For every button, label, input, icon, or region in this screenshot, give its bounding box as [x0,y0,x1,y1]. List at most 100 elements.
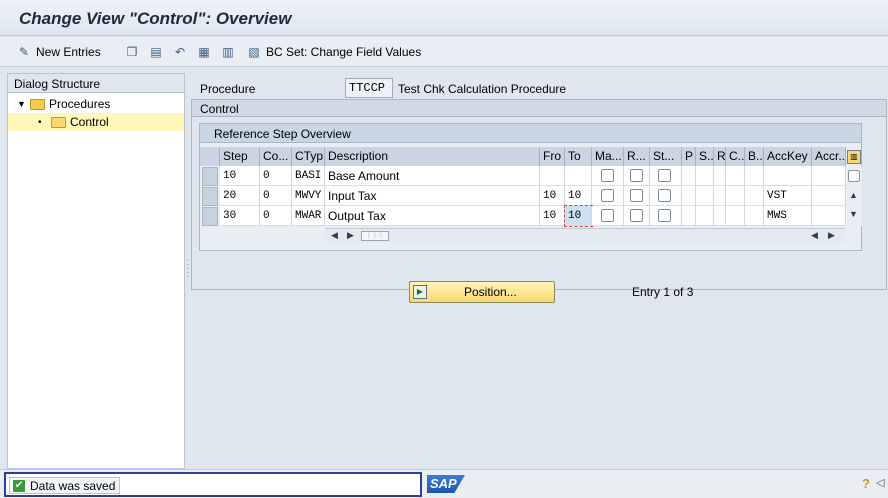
required-checkbox[interactable] [630,169,643,182]
select-all-rows-header[interactable] [200,147,220,166]
delete-button[interactable]: ▤ [148,43,164,61]
scroll-up-icon[interactable]: ▲ [849,190,858,200]
cell-ctyp[interactable]: BASI [292,166,325,186]
cell-from[interactable]: 10 [540,206,565,226]
position-button[interactable]: ▶ Position... [409,281,555,303]
cell-from[interactable] [540,166,565,186]
cell-step[interactable]: 20 [220,186,260,206]
col-header[interactable]: S.. [696,147,714,166]
cell-b[interactable] [745,206,764,226]
cell-accruals[interactable] [812,186,846,206]
new-entries-button[interactable]: ✎ New Entries [16,43,101,61]
cell-c[interactable] [726,166,745,186]
manual-checkbox[interactable] [601,209,614,222]
cell-s[interactable] [696,186,714,206]
cell-p[interactable] [682,186,696,206]
statistical-checkbox[interactable] [658,209,671,222]
cell-description: Base Amount [325,166,540,186]
col-header[interactable]: Co... [260,147,292,166]
bc-set-button[interactable]: ▧ BC Set: Change Field Values [246,43,421,61]
required-checkbox[interactable] [630,189,643,202]
col-header[interactable]: B.. [745,147,764,166]
col-header[interactable]: AccKey [764,147,812,166]
col-header[interactable]: To [565,147,592,166]
col-header[interactable]: C.. [726,147,745,166]
cell-accruals[interactable] [812,206,846,226]
col-header[interactable]: Accr... [812,147,846,166]
undo-button[interactable]: ↶ [172,43,188,61]
scroll-right-icon[interactable]: ▶ [347,230,354,241]
tree-item-control[interactable]: • Control [8,113,184,131]
cell-acckey[interactable] [764,166,812,186]
manual-checkbox[interactable] [601,189,614,202]
col-header[interactable]: Step [220,147,260,166]
vertical-scrollbar[interactable]: ▲ ▼ [846,166,862,226]
copy-icon: ❐ [126,45,138,59]
cell-r[interactable] [714,166,726,186]
cell-b[interactable] [745,186,764,206]
horizontal-scrollbar[interactable]: ◀ ▶ ⋮⋮⋮ ◀ ▶ [325,228,845,243]
col-header[interactable]: P [682,147,696,166]
col-header[interactable]: R... [624,147,650,166]
scroll-right-icon[interactable]: ▶ [828,230,835,241]
cell-acckey[interactable]: MWS [764,206,812,226]
cell-r[interactable] [714,206,726,226]
help-icon[interactable]: ? [862,476,870,491]
dialog-structure-header: Dialog Structure [8,74,184,93]
column-config-button[interactable]: ▥ [846,147,862,166]
copy-button[interactable]: ❐ [124,43,140,61]
cell-counter[interactable]: 0 [260,206,292,226]
scroll-left-icon[interactable]: ◀ [331,230,338,241]
control-group-title: Control [192,100,886,117]
scroll-down-icon[interactable]: ▼ [849,209,858,219]
status-message-area[interactable]: ✔ Data was saved [4,472,422,497]
tree-item-procedures[interactable]: ▼ Procedures [8,95,184,113]
col-header[interactable]: Description [325,147,540,166]
cell-p[interactable] [682,206,696,226]
statistical-checkbox[interactable] [658,189,671,202]
cell-acckey[interactable]: VST [764,186,812,206]
col-header[interactable]: Fro [540,147,565,166]
table-title: Reference Step Overview [200,124,861,143]
cell-s[interactable] [696,206,714,226]
undo-icon: ↶ [174,45,186,59]
cell-s[interactable] [696,166,714,186]
row-selector[interactable] [202,187,218,206]
cell-ctyp[interactable]: MWAR [292,206,325,226]
cell-required [624,206,650,226]
col-header[interactable]: St... [650,147,682,166]
manual-checkbox[interactable] [601,169,614,182]
success-check-icon: ✔ [13,479,25,492]
cell-counter[interactable]: 0 [260,186,292,206]
cell-b[interactable] [745,166,764,186]
expand-arrow-icon[interactable]: ▼ [17,99,26,109]
cell-accruals[interactable] [812,166,846,186]
row-selector[interactable] [202,207,218,226]
cell-to-active[interactable]: 10 [564,205,593,227]
cell-ctyp[interactable]: MWVY [292,186,325,206]
col-header[interactable]: CTyp [292,147,325,166]
cell-p[interactable] [682,166,696,186]
col-header[interactable]: Ma... [592,147,624,166]
cell-to[interactable] [565,166,592,186]
position-button-label: Position... [464,285,517,299]
statistical-checkbox[interactable] [658,169,671,182]
select-all-button[interactable]: ▦ [196,43,212,61]
cell-step[interactable]: 10 [220,166,260,186]
cell-counter[interactable]: 0 [260,166,292,186]
cell-c[interactable] [726,206,745,226]
scroll-thumb[interactable] [848,170,860,182]
cell-c[interactable] [726,186,745,206]
col-header[interactable]: R [714,147,726,166]
cell-step[interactable]: 30 [220,206,260,226]
collapse-arrow-icon[interactable]: ◁ [876,476,884,489]
select-block-button[interactable]: ▥ [220,43,236,61]
cell-to[interactable]: 10 [565,186,592,206]
status-message[interactable]: ✔ Data was saved [9,477,121,494]
cell-from[interactable]: 10 [540,186,565,206]
required-checkbox[interactable] [630,209,643,222]
scroll-left-icon[interactable]: ◀ [811,230,818,241]
row-selector[interactable] [202,167,218,186]
scroll-thumb[interactable]: ⋮⋮⋮ [361,231,389,241]
cell-r[interactable] [714,186,726,206]
